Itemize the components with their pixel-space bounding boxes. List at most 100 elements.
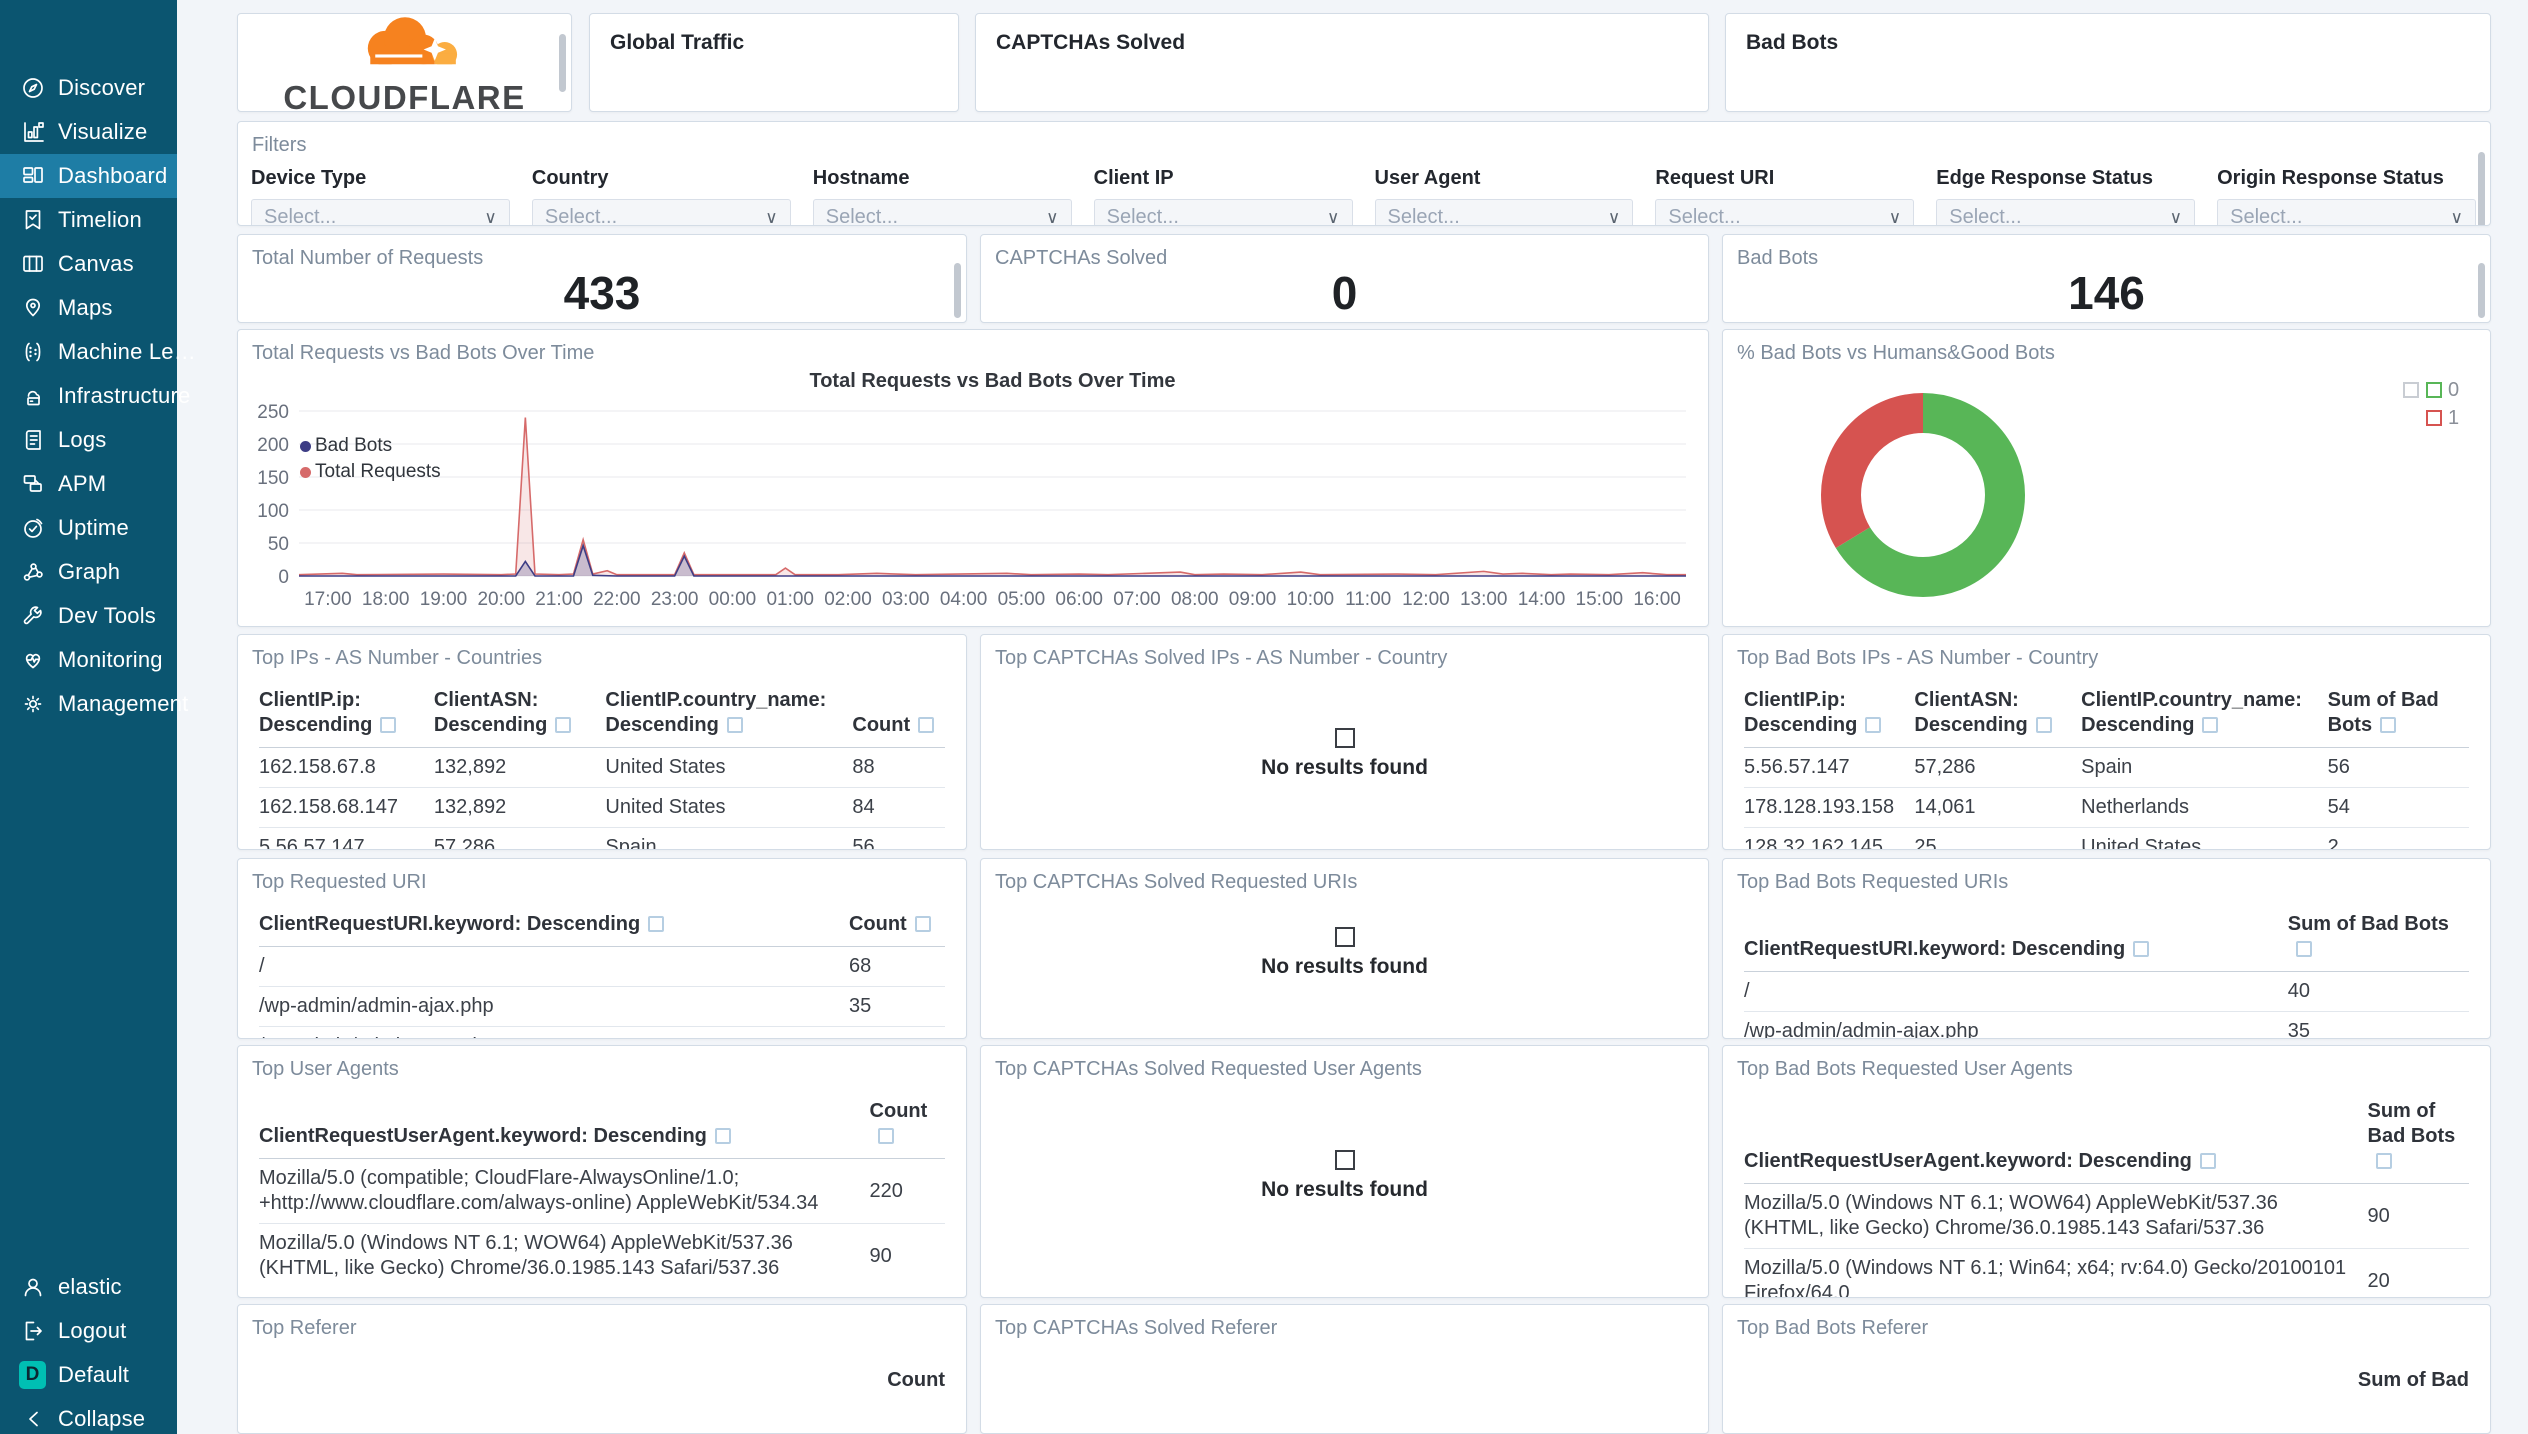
sidebar-footer-item-collapse[interactable]: Collapse (0, 1397, 177, 1434)
panel-scrollbar[interactable] (2478, 262, 2485, 318)
sort-checkbox[interactable] (2295, 941, 2312, 958)
sort-checkbox[interactable] (914, 916, 931, 933)
line-chart[interactable]: 0 50 100 150 200 250 17:00 18:00 19:00 20:00 21:00… (238, 365, 1708, 625)
table-row: /40 (1744, 971, 2469, 1013)
sidebar-item-uptime[interactable]: Uptime (0, 506, 177, 550)
sidebar-item-monitoring[interactable]: Monitoring (0, 638, 177, 682)
legend-item-bad-bots[interactable]: Bad Bots (300, 433, 441, 459)
sidebar-item-canvas[interactable]: Canvas (0, 242, 177, 286)
table-cell: Mozilla/5.0 (Windows NT 6.1; Win64; x64;… (1744, 1257, 2347, 1299)
column-header[interactable]: ClientRequestUserAgent.keyword: Descendi… (1744, 1095, 2368, 1185)
sort-checkbox[interactable] (648, 916, 665, 933)
sidebar-item-maps[interactable]: Maps (0, 286, 177, 330)
table-row: 5.56.57.147 57,286 Spain 56 (259, 828, 945, 849)
sort-checkbox[interactable] (2202, 717, 2219, 734)
sort-checkbox[interactable] (2035, 717, 2052, 734)
table-cell: 88 (852, 747, 945, 789)
sort-checkbox[interactable] (2375, 1153, 2392, 1170)
sort-checkbox[interactable] (2380, 717, 2397, 734)
filter-select-country[interactable]: Select... ∨ (531, 198, 791, 225)
panel-scrollbar[interactable] (2478, 151, 2485, 225)
column-header[interactable]: Count (848, 908, 945, 948)
table-cell: United States (605, 787, 853, 829)
sidebar-item-logs[interactable]: Logs (0, 418, 177, 462)
column-header[interactable]: ClientASN: Descending (1914, 684, 2082, 749)
legend-item-total-requests[interactable]: Total Requests (300, 459, 441, 485)
filter-select-origin-response-status[interactable]: Select... ∨ (2217, 198, 2476, 225)
sidebar-item-apm[interactable]: APM (0, 462, 177, 506)
no-results-message: No results found (981, 728, 1708, 780)
filter-select-request-uri[interactable]: Select... ∨ (1655, 198, 1915, 225)
column-header[interactable]: Sum of Bad (2358, 1369, 2469, 1392)
sidebar-item-dev-tools[interactable]: Dev Tools (0, 594, 177, 638)
sidebar-footer-item-logout[interactable]: Logout (0, 1309, 177, 1353)
table-cell: Spain (2081, 747, 2328, 789)
graph-icon (20, 559, 46, 585)
filter-select-client-ip[interactable]: Select... ∨ (1093, 198, 1353, 225)
sidebar-item-visualize[interactable]: Visualize (0, 110, 177, 154)
column-header[interactable]: ClientRequestUserAgent.keyword: Descendi… (259, 1095, 870, 1160)
column-header[interactable]: Sum of Bad Bots (2287, 908, 2469, 973)
sidebar-item-dashboard[interactable]: Dashboard (0, 154, 177, 198)
metric-value: 433 (563, 267, 641, 320)
column-header[interactable]: ClientIP.ip: Descending (1744, 684, 1915, 749)
svg-text:200: 200 (257, 435, 289, 456)
sidebar-item-label: Timelion (58, 207, 142, 232)
filter-select-user-agent[interactable]: Select... ∨ (1374, 198, 1634, 226)
panel-title: Top Bad Bots Referer (1737, 1317, 1929, 1340)
sort-checkbox[interactable] (1865, 717, 1882, 734)
donut-chart-panel: % Bad Bots vs Humans&Good Bots 01 (1722, 329, 2491, 628)
donut-chart[interactable] (1723, 365, 2490, 627)
svg-text:04:00: 04:00 (940, 589, 988, 610)
table-header-row: ClientIP.ip: Descending ClientASN: Descen… (259, 684, 945, 749)
sidebar-footer-item-space-default[interactable]: D Default (0, 1353, 177, 1397)
sidebar-item-label: Logs (58, 427, 107, 452)
table-panel-top_bad_ua: Top Bad Bots Requested User Agents Client… (1722, 1045, 2491, 1299)
sort-checkbox[interactable] (714, 1128, 731, 1145)
maps-icon (20, 295, 46, 321)
sort-checkbox[interactable] (555, 717, 572, 734)
sidebar-footer-label: Default (58, 1362, 130, 1387)
sidebar-item-label: Canvas (58, 251, 134, 276)
column-header[interactable]: Count (852, 684, 945, 749)
sidebar-footer-item-user[interactable]: elastic (0, 1265, 177, 1309)
svg-text:19:00: 19:00 (420, 589, 468, 610)
column-header[interactable]: Sum of Bad Bots (2327, 684, 2469, 749)
donut-legend-item-1[interactable]: 1 (2396, 404, 2462, 432)
column-header[interactable]: Sum of Bad Bots (2367, 1095, 2469, 1185)
sort-checkbox[interactable] (918, 717, 935, 734)
sidebar-item-graph[interactable]: Graph (0, 550, 177, 594)
panel-scrollbar[interactable] (559, 34, 566, 92)
column-header[interactable]: ClientIP.ip: Descending (259, 684, 434, 749)
sort-checkbox[interactable] (2199, 1153, 2216, 1170)
sidebar-item-discover[interactable]: Discover (0, 66, 177, 110)
filter-select-device-type[interactable]: Select... ∨ (251, 198, 510, 225)
sort-checkbox[interactable] (877, 1128, 894, 1145)
panel-scrollbar[interactable] (954, 262, 961, 318)
sidebar-item-machine-learning[interactable]: Machine Le… (0, 330, 196, 374)
column-header-label: Sum of Bad Bots (2367, 1100, 2456, 1148)
filter-select-hostname[interactable]: Select... ∨ (812, 198, 1072, 225)
column-header[interactable]: ClientIP.country_name: Descending (2081, 684, 2328, 749)
column-header[interactable]: Count (887, 1369, 945, 1392)
sort-checkbox[interactable] (380, 717, 397, 734)
column-header-label: Sum of Bad Bots (2287, 913, 2449, 936)
column-header[interactable]: ClientRequestURI.keyword: Descending (259, 908, 849, 948)
sidebar-item-timelion[interactable]: Timelion (0, 198, 177, 242)
table-row: /wp-admin/admin-post.php16 (259, 1027, 945, 1038)
sort-checkbox[interactable] (2133, 941, 2150, 958)
select-placeholder: Select... (1387, 206, 1460, 226)
svg-text:21:00: 21:00 (535, 589, 583, 610)
column-header[interactable]: ClientIP.country_name: Descending (605, 684, 853, 749)
filter-label: Origin Response Status (2217, 166, 2444, 189)
donut-legend-item-0[interactable]: 0 (2396, 376, 2462, 404)
column-header[interactable]: ClientASN: Descending (433, 684, 606, 749)
column-header-label: Sum of Bad (2357, 1369, 2469, 1392)
sort-checkbox[interactable] (726, 717, 743, 734)
table-row: Mozilla/5.0 (compatible; CloudFlare-Alwa… (259, 1158, 945, 1225)
sidebar-item-infrastructure[interactable]: Infrastructure (0, 374, 190, 418)
filter-select-edge-response-status[interactable]: Select... ∨ (1936, 198, 2196, 225)
column-header[interactable]: ClientRequestURI.keyword: Descending (1744, 908, 2288, 973)
sidebar-item-management[interactable]: Management (0, 682, 188, 726)
column-header[interactable]: Count (869, 1095, 945, 1160)
